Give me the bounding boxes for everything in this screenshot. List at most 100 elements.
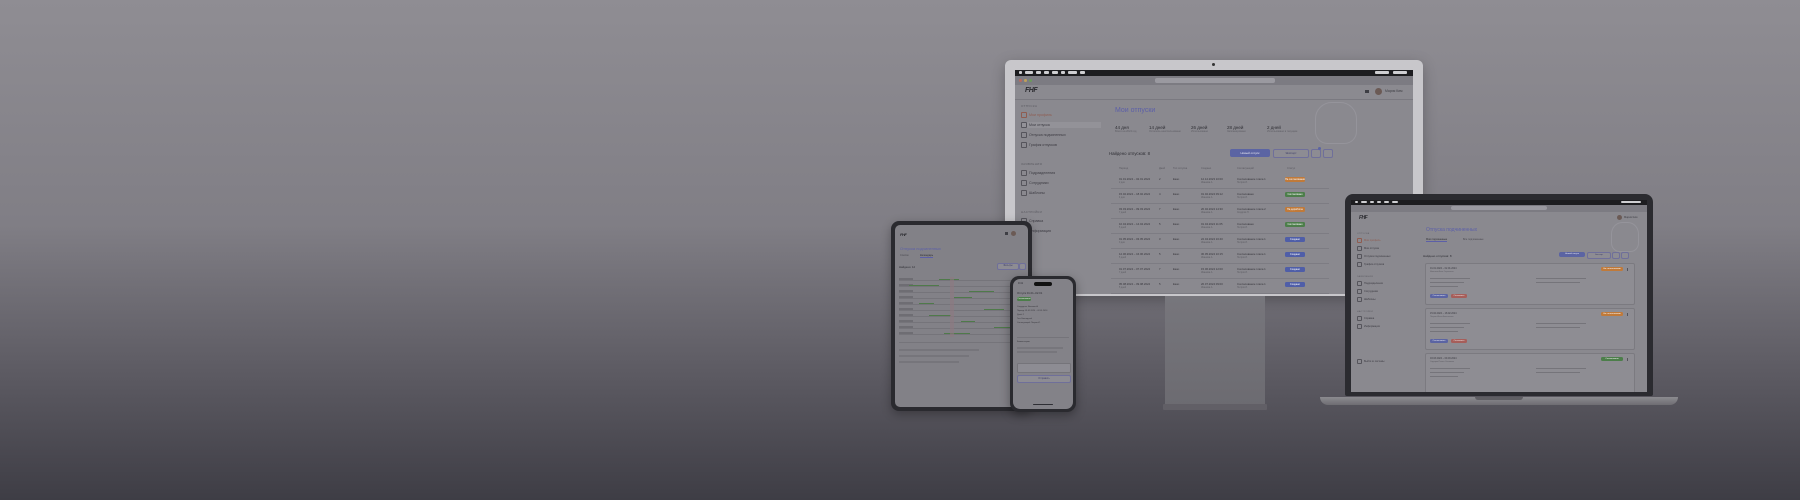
sidebar-item-help[interactable]: Справка xyxy=(1357,316,1417,321)
apple-icon[interactable] xyxy=(1019,71,1022,74)
list-item[interactable] xyxy=(899,349,979,351)
export-button[interactable]: Экспорт xyxy=(1273,149,1309,158)
sidebar-item-employees[interactable]: Сотрудники xyxy=(1021,180,1101,186)
filters-button[interactable]: Фильтры xyxy=(997,263,1019,270)
filter-button[interactable] xyxy=(1612,252,1620,259)
reject-button[interactable]: Отклонить xyxy=(1451,294,1467,298)
more-icon[interactable] xyxy=(1627,268,1628,271)
address-bar[interactable] xyxy=(1155,78,1275,83)
minimize-window-icon[interactable] xyxy=(1024,79,1027,82)
settings-button[interactable] xyxy=(1621,252,1629,259)
gantt-vacation-bar[interactable] xyxy=(909,285,939,287)
sidebar-item-subordinates[interactable]: Отпуска подчиненных xyxy=(1357,254,1417,259)
more-icon[interactable] xyxy=(1627,358,1628,361)
table-row[interactable]: 10.04.2024 – 14.04.2024 5 дней 5 Ежег. 0… xyxy=(1111,219,1329,234)
sidebar-item-schedule[interactable]: График отпусков xyxy=(1357,262,1417,267)
settings-button[interactable] xyxy=(1323,149,1333,158)
avatar[interactable] xyxy=(1375,88,1382,95)
menubar-item[interactable] xyxy=(1061,71,1065,74)
table-row[interactable]: 01.05.2024 – 03.05.2024 3 дня 3 Ежег. 22… xyxy=(1111,234,1329,249)
menubar-item[interactable] xyxy=(1052,71,1058,74)
maximize-window-icon[interactable] xyxy=(1029,79,1032,82)
tab-my-subordinates[interactable]: Мои подчиненные xyxy=(1426,238,1448,242)
logout-link[interactable]: Выйти из системы xyxy=(1357,359,1384,364)
gantt-vacation-bar[interactable] xyxy=(939,279,959,281)
menubar-item[interactable] xyxy=(1384,201,1389,203)
sidebar-item-templates[interactable]: Шаблоны xyxy=(1357,297,1417,302)
app-logo[interactable]: FHF xyxy=(900,232,907,237)
column-header-days[interactable]: Дней xyxy=(1159,167,1165,170)
sidebar-item-profile[interactable]: Мои профиль xyxy=(1357,238,1417,243)
sidebar-item-subordinates[interactable]: Отпуска подчиненных xyxy=(1021,132,1101,138)
gantt-vacation-bar[interactable] xyxy=(969,291,994,293)
vacation-card[interactable]: 01.01.2024 – 02.01.2024 Иванова Анна Сер… xyxy=(1425,263,1635,305)
sidebar-item-employees[interactable]: Сотрудники xyxy=(1357,289,1417,294)
sidebar-item-schedule[interactable]: График отпусков xyxy=(1021,142,1101,148)
sidebar-item-templates[interactable]: Шаблоны xyxy=(1021,190,1101,196)
tab-all-subordinates[interactable]: Все подчиненные xyxy=(1463,238,1484,241)
send-button[interactable]: Отправить xyxy=(1017,375,1071,383)
tab-calendar[interactable]: Календарь xyxy=(920,254,934,258)
app-logo[interactable]: FHF xyxy=(1025,87,1038,94)
vacation-card[interactable]: 15.02.2024 – 18.02.2024 Петров Иван Алек… xyxy=(1425,308,1635,350)
table-row[interactable]: 01.07.2024 – 07.07.2024 7 дней 7 Ежег. 1… xyxy=(1111,264,1329,279)
menubar-item[interactable] xyxy=(1068,71,1077,74)
table-row[interactable]: 15.02.2024 – 18.02.2024 4 дня 4 Ежег. 01… xyxy=(1111,189,1329,204)
sidebar-item-info[interactable]: Информация xyxy=(1357,324,1417,329)
sidebar-item-info[interactable]: Информация xyxy=(1021,228,1101,234)
notification-icon[interactable] xyxy=(1365,90,1369,93)
gantt-vacation-bar[interactable] xyxy=(919,303,934,305)
column-header-approver[interactable]: Согласующий xyxy=(1237,167,1254,170)
menubar-item[interactable] xyxy=(1044,71,1049,74)
sidebar-item-help[interactable]: Справка xyxy=(1021,218,1101,224)
list-item[interactable] xyxy=(899,355,969,357)
reject-button[interactable]: Отклонить xyxy=(1451,339,1467,343)
gantt-vacation-bar[interactable] xyxy=(961,321,975,323)
menubar-item[interactable] xyxy=(1025,71,1033,74)
comment-input[interactable] xyxy=(1017,363,1071,373)
filter-button[interactable] xyxy=(1311,149,1321,158)
menubar-item[interactable] xyxy=(1392,201,1398,203)
sidebar-item-my-vacations[interactable]: Мои отпуска xyxy=(1357,246,1417,251)
close-window-icon[interactable] xyxy=(1019,79,1022,82)
table-row[interactable]: 05.08.2024 – 09.08.2024 5 дней 5 Ежег. 2… xyxy=(1111,279,1329,294)
approve-button[interactable]: Согласовать xyxy=(1430,339,1448,343)
sidebar-item-departments[interactable]: Подразделения xyxy=(1357,281,1417,286)
menubar-item[interactable] xyxy=(1080,71,1085,74)
avatar[interactable] xyxy=(1011,231,1016,236)
sidebar-item-my-vacations[interactable]: Мои отпуска xyxy=(1021,122,1101,128)
list-item[interactable] xyxy=(899,361,959,363)
notification-icon[interactable] xyxy=(1005,232,1008,235)
column-header-type[interactable]: Тип отпуска xyxy=(1173,167,1187,170)
user-name[interactable]: Мария Ким xyxy=(1385,89,1403,93)
user-name[interactable]: Мария Ким xyxy=(1624,216,1637,219)
table-row[interactable]: 03.03.2024 – 09.03.2024 7 дней 7 Ежег. 2… xyxy=(1111,204,1329,219)
approve-button[interactable]: Согласовать xyxy=(1430,294,1448,298)
new-vacation-button[interactable]: Новый отпуск xyxy=(1559,252,1585,257)
menubar-item[interactable] xyxy=(1377,201,1381,203)
vacation-card[interactable]: 03.03.2024 – 09.03.2024 Сидоров Павел Ол… xyxy=(1425,353,1635,392)
gantt-vacation-bar[interactable] xyxy=(929,315,951,317)
export-button[interactable]: Экспорт xyxy=(1587,252,1611,259)
table-row[interactable]: 12.06.2024 – 16.06.2024 5 дней 5 Ежег. 3… xyxy=(1111,249,1329,264)
gantt-vacation-bar[interactable] xyxy=(984,309,1004,311)
menubar-item[interactable] xyxy=(1361,201,1367,203)
sidebar-item-profile[interactable]: Мои профиль xyxy=(1021,112,1101,118)
gantt-vacation-bar[interactable] xyxy=(954,297,972,299)
sidebar-item-departments[interactable]: Подразделения xyxy=(1021,170,1101,176)
gantt-vacation-bar[interactable] xyxy=(944,333,970,335)
app-logo[interactable]: FHF xyxy=(1359,215,1368,221)
menubar-item[interactable] xyxy=(1370,201,1374,203)
more-icon[interactable] xyxy=(1627,313,1628,316)
new-vacation-button[interactable]: Новый отпуск xyxy=(1230,149,1270,157)
menubar-item[interactable] xyxy=(1036,71,1041,74)
column-header-status[interactable]: Статус xyxy=(1287,167,1295,170)
avatar[interactable] xyxy=(1617,215,1622,220)
table-row[interactable]: 01.01.2024 – 02.01.2024 2 дня 2 Ежег. 12… xyxy=(1111,174,1329,189)
apple-icon[interactable] xyxy=(1355,201,1358,203)
settings-button[interactable] xyxy=(1019,263,1026,270)
home-indicator[interactable] xyxy=(1033,404,1053,405)
column-header-period[interactable]: Период xyxy=(1119,167,1128,170)
address-bar[interactable] xyxy=(1451,206,1547,210)
tab-list[interactable]: Список xyxy=(900,254,909,257)
